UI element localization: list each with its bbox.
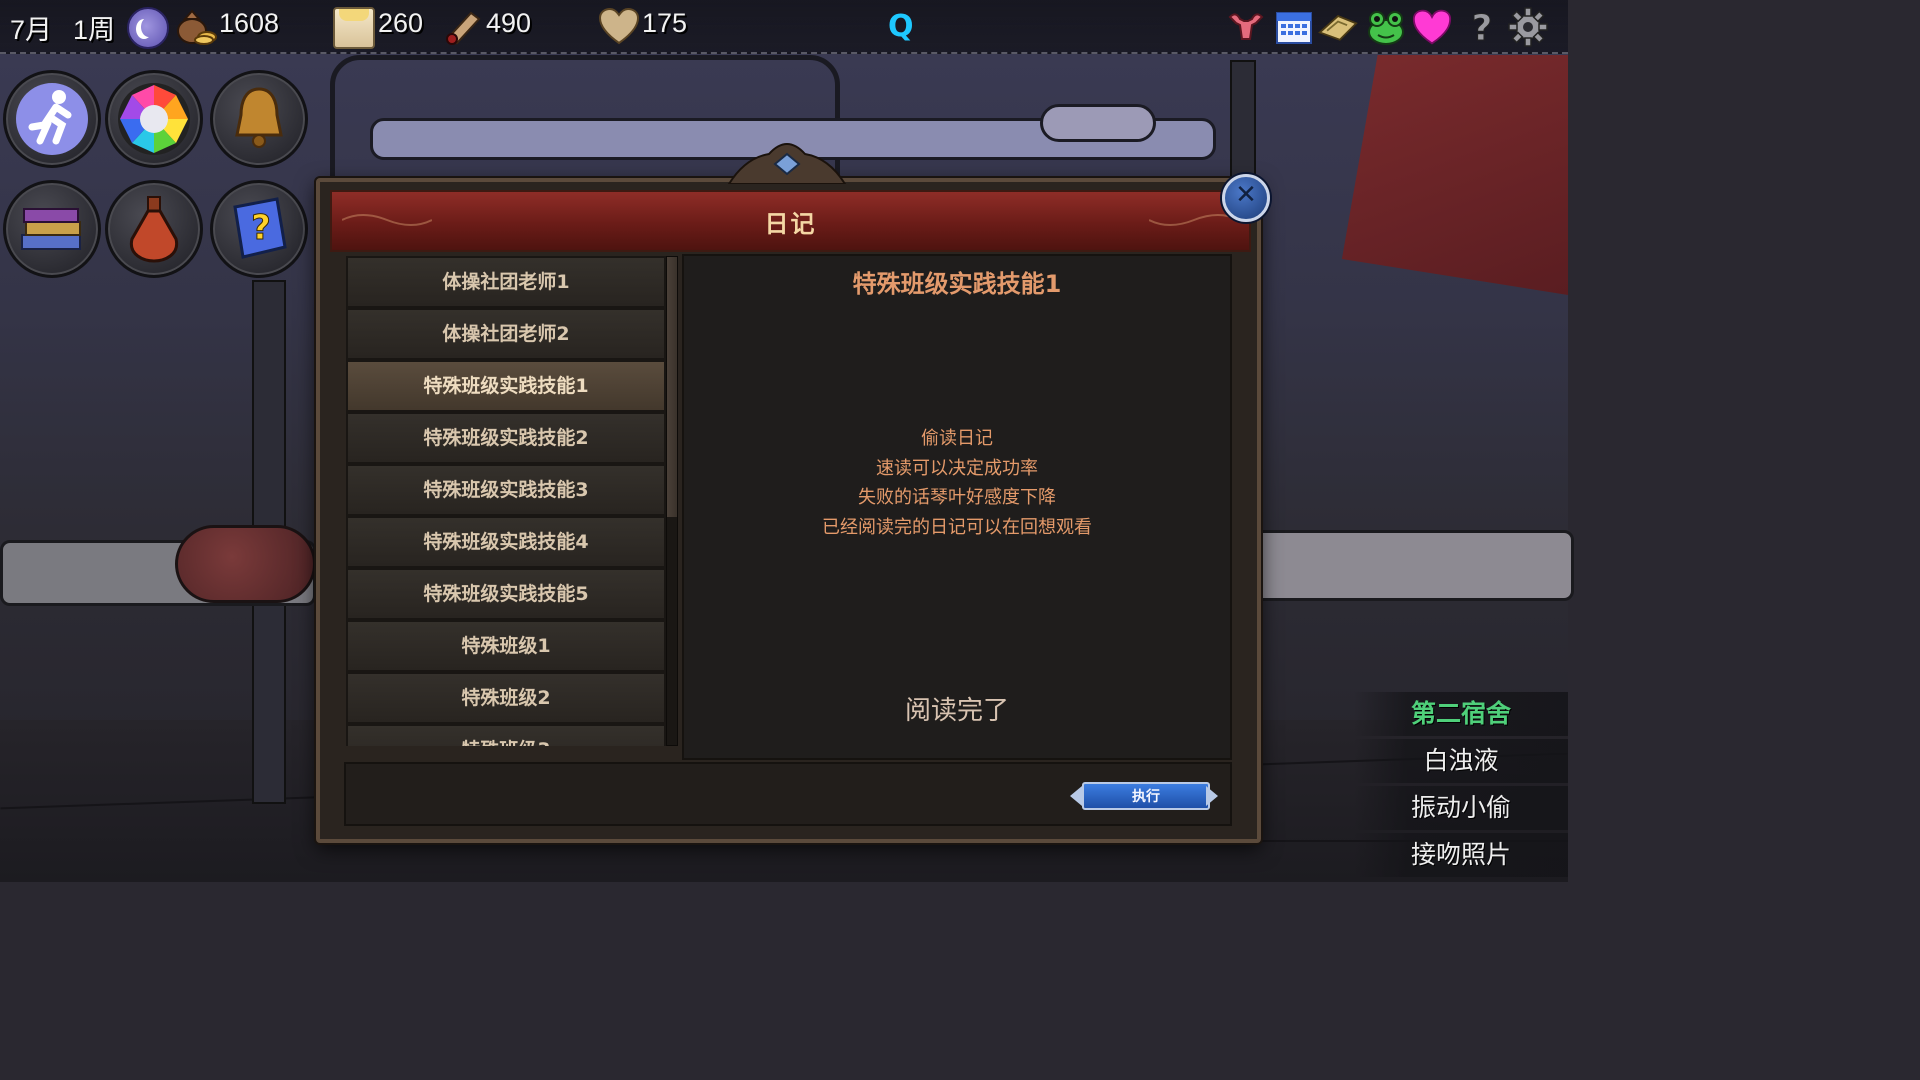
execute-button[interactable]: 执行 xyxy=(1070,782,1218,810)
dialog-title: 日记 xyxy=(764,210,817,238)
map-icon[interactable] xyxy=(1318,7,1358,47)
list-item[interactable]: 体操社团老师1 xyxy=(346,256,666,308)
portrait-value: 260 xyxy=(378,8,424,38)
money-bag-icon xyxy=(177,9,217,45)
list-item[interactable]: 特殊班级实践技能2 xyxy=(346,412,666,464)
detail-line: 偷读日记 xyxy=(921,428,993,449)
list-item-selected[interactable]: 特殊班级实践技能1 xyxy=(346,360,666,412)
diary-detail-panel: 特殊班级实践技能1 偷读日记 速读可以决定成功率 失败的话琴叶好感度下降 已经阅… xyxy=(682,254,1232,760)
camera-shutter-icon xyxy=(118,83,190,155)
location-menu: 第二宿舍 白浊液 振动小偷 接吻照片 xyxy=(1354,692,1568,882)
detail-title: 特殊班级实践技能1 xyxy=(852,270,1062,298)
help-book-icon: ? xyxy=(233,197,287,259)
list-item[interactable]: 特殊班级实践技能4 xyxy=(346,516,666,568)
list-item[interactable]: 特殊班级2 xyxy=(346,672,666,724)
books-button[interactable] xyxy=(3,180,101,278)
money-value: 1608 xyxy=(219,8,280,38)
curtain xyxy=(1341,55,1568,295)
run-button[interactable] xyxy=(3,70,101,168)
bed-sheet xyxy=(1250,530,1574,601)
potion-button[interactable] xyxy=(105,180,203,278)
crest-ornament-icon xyxy=(727,143,847,184)
list-item[interactable]: 体操社团老师2 xyxy=(346,308,666,360)
uterus-icon[interactable] xyxy=(1226,7,1266,47)
list-item[interactable]: 特殊班级实践技能3 xyxy=(346,464,666,516)
detail-line: 失败的话琴叶好感度下降 xyxy=(858,487,1056,508)
help-icon[interactable]: ? xyxy=(1462,7,1502,48)
bell-icon xyxy=(235,87,283,148)
girl-portrait-icon xyxy=(333,7,375,49)
close-icon: ✕ xyxy=(1235,180,1257,210)
dialog-title-bar: 日记 xyxy=(330,190,1251,252)
svg-text:?: ? xyxy=(251,208,271,248)
heart-affection-icon xyxy=(598,7,640,45)
detail-line: 速读可以决定成功率 xyxy=(876,457,1038,479)
menu-item[interactable]: 接吻照片 xyxy=(1354,833,1568,877)
read-status-label: 阅读完了 xyxy=(904,696,1009,726)
diary-dialog: 日记 ✕ 体操社团老师1 体操社团老师2 特殊班级实践技能1 特殊班级实践技能2… xyxy=(316,143,1270,843)
list-item[interactable]: 特殊班级1 xyxy=(346,620,666,672)
help-book-button[interactable]: ? xyxy=(210,180,308,278)
pumpkin-cushion xyxy=(175,525,316,603)
list-scrollbar[interactable] xyxy=(666,256,678,746)
list-item[interactable]: 特殊班级实践技能5 xyxy=(346,568,666,620)
pillow xyxy=(1040,104,1156,142)
diary-list: 体操社团老师1 体操社团老师2 特殊班级实践技能1 特殊班级实践技能2 特殊班级… xyxy=(344,254,680,746)
menu-item[interactable]: 振动小偷 xyxy=(1354,786,1568,830)
settings-gear-icon[interactable] xyxy=(1508,7,1548,47)
arrow-left-icon xyxy=(1070,786,1082,806)
potion-icon xyxy=(129,196,179,263)
detail-line: 已经阅读完的日记可以在回想观看 xyxy=(822,516,1092,538)
detail-description: 偷读日记 速读可以决定成功率 失败的话琴叶好感度下降 已经阅读完的日记可以在回想… xyxy=(684,424,1230,542)
scrollbar-thumb[interactable] xyxy=(667,257,677,517)
month-label: 7月 xyxy=(10,15,53,45)
books-icon xyxy=(21,208,81,250)
menu-item[interactable]: 白浊液 xyxy=(1354,739,1568,783)
heart-value: 175 xyxy=(642,8,688,38)
camera-button[interactable] xyxy=(105,70,203,168)
top-status-bar: 7月 1周 1608 260 490 175 Q ? xyxy=(0,0,1568,54)
calendar-icon[interactable] xyxy=(1274,7,1314,47)
night-moon-icon xyxy=(127,7,169,49)
q-logo-icon[interactable]: Q xyxy=(888,9,914,44)
scroll-icon xyxy=(446,11,481,45)
menu-item-current-location[interactable]: 第二宿舍 xyxy=(1354,692,1568,736)
pink-heart-icon[interactable] xyxy=(1412,7,1452,47)
svg-text:?: ? xyxy=(1472,8,1493,47)
week-label: 1周 xyxy=(73,15,116,45)
frog-icon[interactable] xyxy=(1366,7,1406,47)
bell-button[interactable] xyxy=(210,70,308,168)
run-icon xyxy=(16,83,88,155)
scroll-value: 490 xyxy=(486,8,532,38)
close-button[interactable]: ✕ xyxy=(1222,174,1270,222)
execute-label: 执行 xyxy=(1132,789,1160,805)
list-item[interactable]: 特殊班级3 xyxy=(346,724,666,746)
